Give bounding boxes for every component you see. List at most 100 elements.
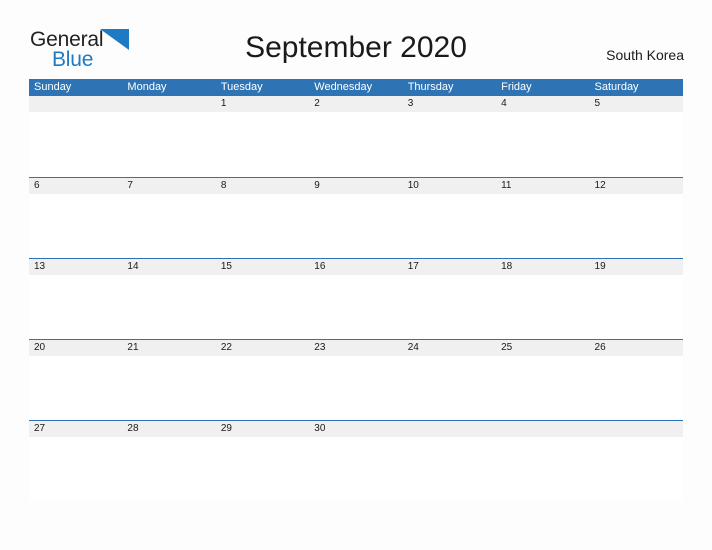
day-cell[interactable]: 6 bbox=[29, 178, 123, 258]
day-number: 7 bbox=[127, 180, 133, 191]
day-cell[interactable]: 2 bbox=[309, 96, 403, 177]
day-number: 8 bbox=[220, 180, 227, 191]
day-number: 6 bbox=[34, 180, 40, 191]
day-cell[interactable] bbox=[122, 96, 216, 177]
day-event-area[interactable] bbox=[29, 356, 123, 420]
day-event-area[interactable] bbox=[402, 356, 497, 420]
day-number-band bbox=[122, 96, 216, 112]
day-number: 13 bbox=[34, 261, 46, 272]
day-event-area[interactable] bbox=[589, 437, 683, 501]
day-number: 28 bbox=[127, 423, 139, 434]
day-cell[interactable]: 11 bbox=[496, 178, 590, 258]
day-event-area[interactable] bbox=[29, 437, 123, 501]
day-number: 12 bbox=[594, 180, 606, 191]
day-event-area[interactable] bbox=[309, 437, 403, 501]
day-event-area[interactable] bbox=[589, 356, 683, 420]
day-cell[interactable]: 14 bbox=[122, 259, 216, 339]
day-event-area[interactable] bbox=[215, 194, 310, 258]
day-cell[interactable]: 8 bbox=[215, 178, 310, 258]
day-cell[interactable]: 23 bbox=[309, 340, 403, 420]
day-event-area[interactable] bbox=[215, 275, 310, 339]
day-cell[interactable]: 22 bbox=[215, 340, 310, 420]
weekday-header-tuesday: Tuesday bbox=[220, 81, 263, 93]
week-row: 27 28 29 30 bbox=[29, 420, 683, 501]
day-cell[interactable]: 12 bbox=[589, 178, 683, 258]
day-event-area[interactable] bbox=[122, 275, 216, 339]
day-cell[interactable]: 4 bbox=[496, 96, 590, 177]
day-cell[interactable]: 18 bbox=[496, 259, 590, 339]
day-event-area[interactable] bbox=[309, 112, 403, 177]
day-number-band bbox=[496, 96, 590, 112]
day-cell[interactable]: 7 bbox=[122, 178, 216, 258]
day-event-area[interactable] bbox=[29, 112, 123, 177]
day-cell[interactable]: 25 bbox=[496, 340, 590, 420]
day-cell[interactable] bbox=[29, 96, 123, 177]
day-number-band bbox=[589, 421, 683, 437]
day-number-band bbox=[309, 96, 403, 112]
day-event-area[interactable] bbox=[309, 194, 403, 258]
day-number: 5 bbox=[594, 98, 601, 109]
day-event-area[interactable] bbox=[122, 194, 216, 258]
day-cell[interactable]: 17 bbox=[402, 259, 497, 339]
week-row: 20 21 22 23 24 25 26 bbox=[29, 339, 683, 420]
day-number: 2 bbox=[314, 98, 320, 109]
day-number: 15 bbox=[220, 261, 232, 272]
day-cell[interactable]: 24 bbox=[402, 340, 497, 420]
day-event-area[interactable] bbox=[496, 437, 590, 501]
day-event-area[interactable] bbox=[122, 112, 216, 177]
day-number-band bbox=[402, 421, 497, 437]
day-cell[interactable]: 21 bbox=[122, 340, 216, 420]
week-row: 13 14 15 16 17 18 19 bbox=[29, 258, 683, 339]
day-number: 4 bbox=[501, 98, 507, 109]
day-event-area[interactable] bbox=[589, 112, 683, 177]
day-cell[interactable]: 1 bbox=[215, 96, 310, 177]
day-cell[interactable]: 13 bbox=[29, 259, 123, 339]
day-cell[interactable]: 27 bbox=[29, 421, 123, 501]
day-cell[interactable]: 3 bbox=[402, 96, 497, 177]
day-number-band bbox=[402, 96, 497, 112]
day-event-area[interactable] bbox=[496, 275, 590, 339]
day-event-area[interactable] bbox=[589, 194, 683, 258]
day-event-area[interactable] bbox=[122, 356, 216, 420]
day-cell[interactable]: 5 bbox=[589, 96, 683, 177]
day-cell[interactable] bbox=[589, 421, 683, 501]
day-event-area[interactable] bbox=[402, 437, 497, 501]
week-row: 6 7 8 9 10 11 12 bbox=[29, 177, 683, 258]
day-cell[interactable]: 28 bbox=[122, 421, 216, 501]
day-cell[interactable]: 9 bbox=[309, 178, 403, 258]
day-cell[interactable]: 16 bbox=[309, 259, 403, 339]
day-event-area[interactable] bbox=[402, 275, 497, 339]
day-event-area[interactable] bbox=[122, 437, 216, 501]
day-event-area[interactable] bbox=[29, 194, 123, 258]
day-event-area[interactable] bbox=[215, 112, 310, 177]
day-event-area[interactable] bbox=[496, 194, 590, 258]
day-event-area[interactable] bbox=[402, 194, 497, 258]
day-event-area[interactable] bbox=[215, 356, 310, 420]
day-event-area[interactable] bbox=[589, 275, 683, 339]
day-cell[interactable]: 19 bbox=[589, 259, 683, 339]
day-cell[interactable]: 10 bbox=[402, 178, 497, 258]
day-event-area[interactable] bbox=[215, 437, 310, 501]
day-cell[interactable]: 15 bbox=[215, 259, 310, 339]
week-row: 1 2 3 4 5 bbox=[29, 96, 683, 177]
day-event-area[interactable] bbox=[309, 275, 403, 339]
day-cell[interactable]: 29 bbox=[215, 421, 310, 501]
day-event-area[interactable] bbox=[402, 112, 497, 177]
day-cell[interactable] bbox=[496, 421, 590, 501]
weekday-header-monday: Monday bbox=[127, 81, 167, 93]
day-cell[interactable]: 26 bbox=[589, 340, 683, 420]
day-number: 19 bbox=[594, 261, 606, 272]
day-event-area[interactable] bbox=[496, 112, 590, 177]
day-number: 9 bbox=[314, 180, 320, 191]
day-number: 29 bbox=[220, 423, 232, 434]
day-cell[interactable] bbox=[402, 421, 497, 501]
day-cell[interactable]: 30 bbox=[309, 421, 403, 501]
day-number-band bbox=[309, 178, 403, 194]
day-event-area[interactable] bbox=[496, 356, 590, 420]
day-number: 25 bbox=[501, 342, 513, 353]
day-cell[interactable]: 20 bbox=[29, 340, 123, 420]
day-event-area[interactable] bbox=[309, 356, 403, 420]
day-number-band bbox=[589, 96, 683, 112]
day-event-area[interactable] bbox=[29, 275, 123, 339]
day-number-band bbox=[215, 178, 310, 194]
